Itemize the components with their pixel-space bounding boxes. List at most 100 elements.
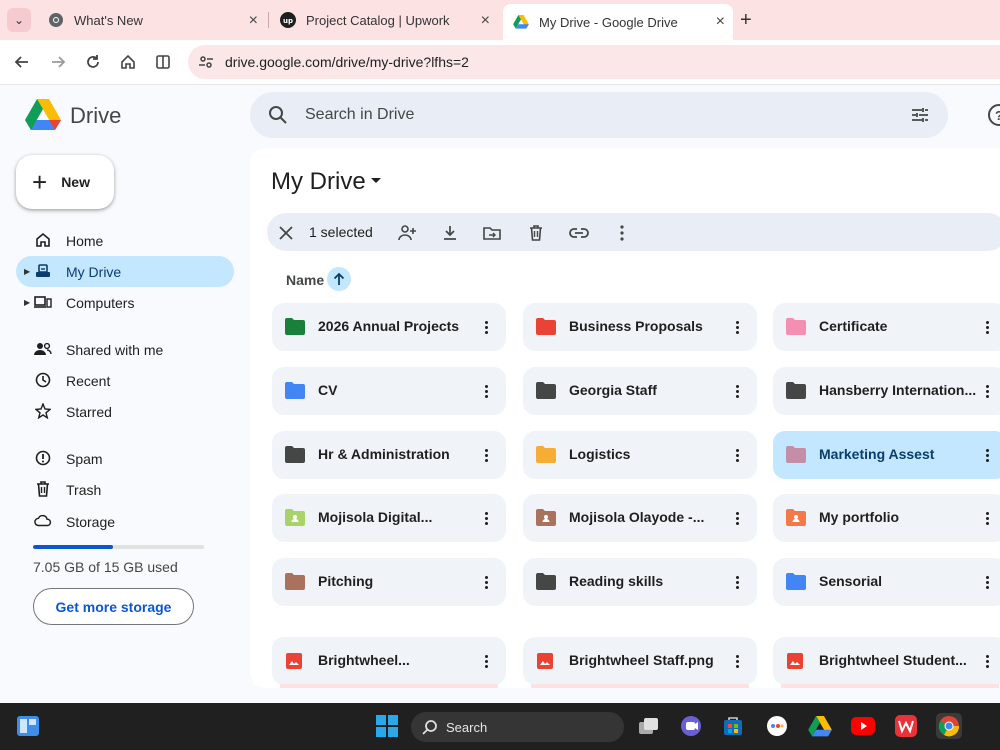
trash-icon[interactable] [526,223,546,243]
more-options-icon[interactable] [977,572,997,592]
folder-card[interactable]: Mojisola Digital... [272,494,506,542]
search-bar[interactable] [250,92,948,138]
folder-card[interactable]: Georgia Staff [523,367,757,415]
folder-card[interactable]: Business Proposals [523,303,757,351]
widgets-icon[interactable] [15,713,41,739]
storage-usage-text: 7.05 GB of 15 GB used [33,559,178,575]
file-card[interactable]: Brightwheel Student... [773,637,1000,688]
more-options-icon[interactable] [727,381,747,401]
sort-by-name[interactable]: Name [286,272,324,288]
more-options-icon[interactable] [727,317,747,337]
help-icon[interactable]: ? [988,104,1000,126]
file-card[interactable]: Brightwheel... [272,637,506,688]
more-options-icon[interactable] [476,317,496,337]
new-button-label: New [61,174,90,190]
share-icon[interactable] [397,223,417,243]
windows-start-icon[interactable] [374,713,400,739]
tab-search-menu-button[interactable]: ⌄ [7,8,31,32]
file-thumbnail [531,684,749,688]
chrome-taskbar-icon[interactable] [936,713,962,739]
more-options-icon[interactable] [977,317,997,337]
drive-logo-icon[interactable] [25,99,61,131]
sidebar-item-recent[interactable]: Recent [16,365,234,396]
folder-card[interactable]: Mojisola Olayode -... [523,494,757,542]
close-tab-icon[interactable]: × [481,12,490,30]
more-options-icon[interactable] [476,572,496,592]
reading-mode-icon[interactable] [152,51,174,73]
tab-whats-new[interactable]: What's New × [38,5,266,35]
more-options-icon[interactable] [977,381,997,401]
task-view-icon[interactable] [636,713,662,739]
back-icon[interactable] [11,51,33,73]
folder-card[interactable]: Marketing Assest [773,431,1000,479]
more-options-icon[interactable] [727,445,747,465]
google-assistant-icon[interactable] [764,713,790,739]
folder-card[interactable]: Certificate [773,303,1000,351]
sidebar-item-spam[interactable]: Spam [16,443,234,474]
more-options-icon[interactable] [727,651,747,671]
more-options-icon[interactable] [476,381,496,401]
folder-card[interactable]: Hr & Administration [272,431,506,479]
sidebar-item-starred[interactable]: Starred [16,396,234,427]
expand-caret-icon[interactable]: ▶ [24,298,30,307]
link-icon[interactable] [569,223,589,243]
new-tab-button[interactable]: + [740,9,752,32]
new-button[interactable]: + New [16,155,114,209]
sidebar-item-computers[interactable]: ▶ Computers [16,287,234,318]
folder-card[interactable]: 2026 Annual Projects [272,303,506,351]
folder-card[interactable]: Pitching [272,558,506,606]
youtube-icon[interactable] [850,713,876,739]
selection-toolbar: 1 selected [267,213,1000,251]
sort-direction-arrow-up-icon[interactable] [327,267,351,291]
forward-icon[interactable] [47,51,69,73]
folder-card[interactable]: My portfolio [773,494,1000,542]
sidebar-item-storage[interactable]: Storage [16,506,234,537]
close-tab-icon[interactable]: × [716,13,725,31]
clear-selection-icon[interactable] [276,223,296,243]
expand-caret-icon[interactable]: ▶ [24,267,30,276]
more-options-icon[interactable] [977,508,997,528]
folder-card[interactable]: Sensorial [773,558,1000,606]
folder-card[interactable]: CV [272,367,506,415]
more-actions-icon[interactable] [612,223,632,243]
tab-google-drive[interactable]: My Drive - Google Drive × [503,4,733,40]
home-icon[interactable] [117,51,139,73]
more-options-icon[interactable] [977,651,997,671]
address-bar[interactable]: drive.google.com/drive/my-drive?lfhs=2 [188,45,1000,79]
folder-card[interactable]: Hansberry Internation... [773,367,1000,415]
google-drive-taskbar-icon[interactable] [807,713,833,739]
sidebar-item-home[interactable]: Home [16,225,234,256]
wps-office-icon[interactable] [893,713,919,739]
taskbar-search-box[interactable]: Search [411,712,624,742]
site-info-icon[interactable] [198,54,214,75]
search-icon [422,719,438,738]
item-name: Logistics [569,446,631,462]
sidebar-item-my-drive[interactable]: ▶ My Drive [16,256,234,287]
item-name: Reading skills [569,573,664,589]
title-dropdown-icon[interactable] [371,178,381,183]
more-options-icon[interactable] [977,445,997,465]
page-title[interactable]: My Drive [271,168,366,196]
download-icon[interactable] [440,223,460,243]
tab-upwork[interactable]: up Project Catalog | Upwork × [270,5,498,35]
sidebar-item-label: Spam [66,450,103,467]
sidebar-item-shared-with-me[interactable]: Shared with me [16,334,234,365]
file-card[interactable]: Brightwheel Staff.png [523,637,757,688]
folder-card[interactable]: Reading skills [523,558,757,606]
search-options-icon[interactable] [910,105,930,130]
folder-card[interactable]: Logistics [523,431,757,479]
more-options-icon[interactable] [727,572,747,592]
search-input[interactable] [305,92,865,138]
more-options-icon[interactable] [476,508,496,528]
get-more-storage-button[interactable]: Get more storage [33,588,194,625]
search-icon[interactable] [268,105,288,130]
more-options-icon[interactable] [476,651,496,671]
reload-icon[interactable] [82,51,104,73]
close-tab-icon[interactable]: × [249,12,258,30]
more-options-icon[interactable] [727,508,747,528]
teams-icon[interactable] [678,713,704,739]
more-options-icon[interactable] [476,445,496,465]
microsoft-store-icon[interactable] [720,713,746,739]
move-icon[interactable] [482,223,502,243]
sidebar-item-trash[interactable]: Trash [16,474,234,505]
